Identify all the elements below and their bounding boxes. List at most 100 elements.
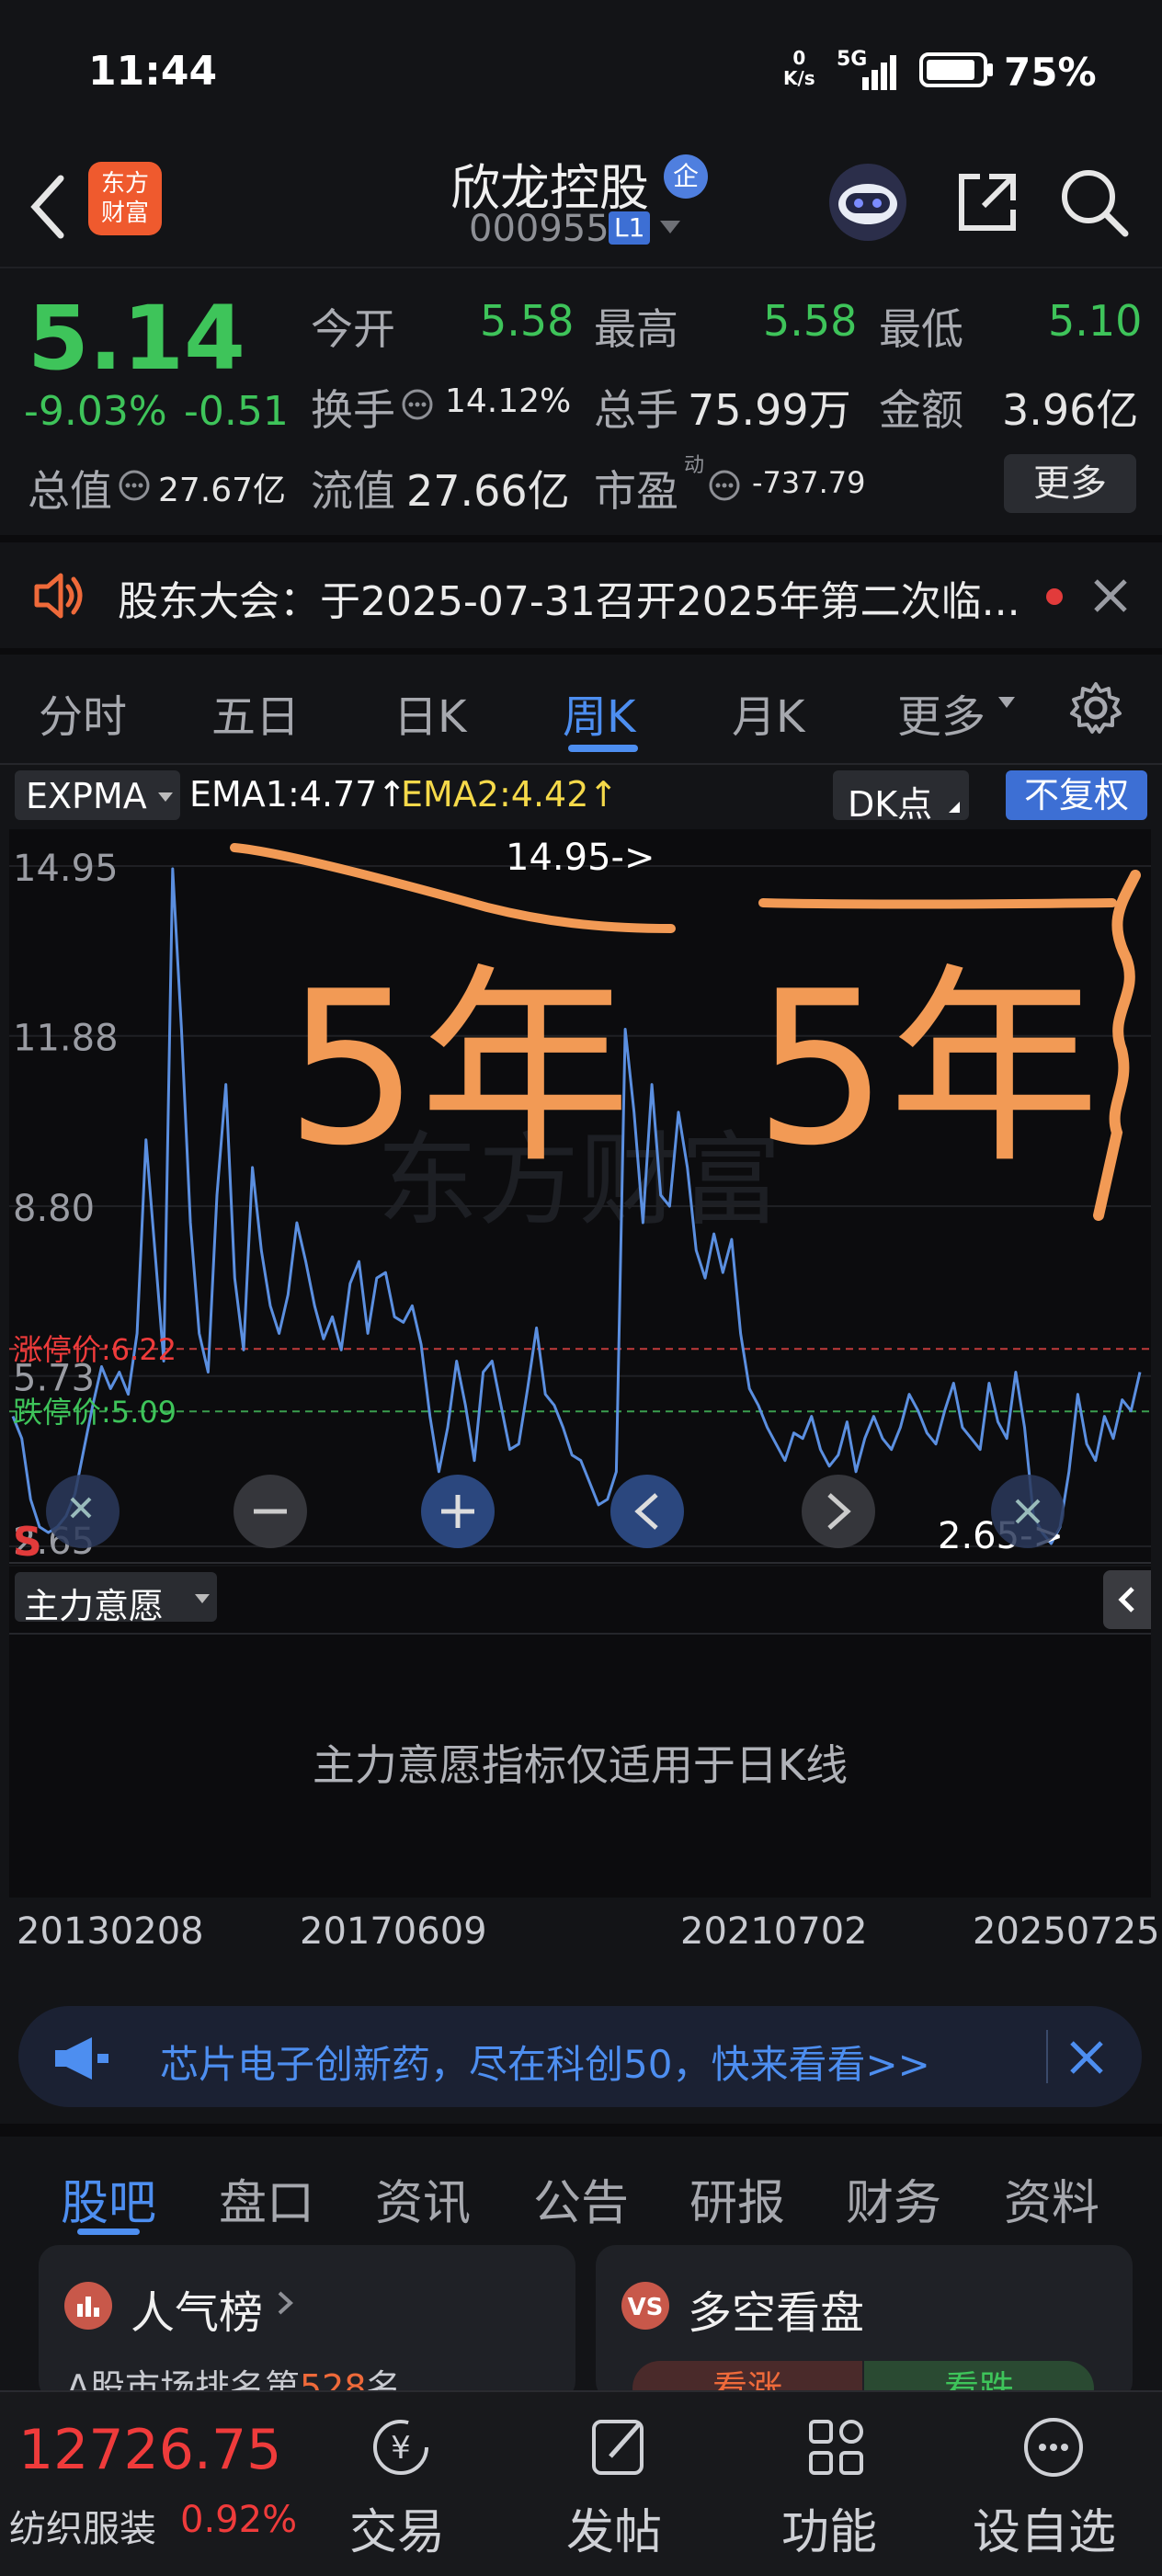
- open-value: 5.58: [480, 296, 575, 346]
- back-icon[interactable]: [20, 165, 75, 248]
- collapse-button[interactable]: [46, 1475, 120, 1548]
- caret-down-icon: [998, 697, 1015, 708]
- close-icon[interactable]: [1066, 2037, 1107, 2078]
- tab-finance[interactable]: 财务: [846, 2164, 941, 2233]
- quote-panel: 5.14 -9.03% -0.51 今开 5.58 最高 5.58 最低 5.1…: [0, 268, 1162, 548]
- vs-icon: VS: [621, 2282, 669, 2330]
- dk-select[interactable]: DK点: [833, 770, 969, 825]
- tab-news[interactable]: 资讯: [375, 2164, 471, 2233]
- tab-pankou[interactable]: 盘口: [219, 2164, 314, 2233]
- more-circle-icon[interactable]: [1017, 2411, 1090, 2484]
- high-value: 5.58: [763, 296, 858, 346]
- robot-assistant-icon[interactable]: [826, 156, 910, 245]
- index-value[interactable]: 12726.75: [18, 2418, 281, 2482]
- stock-header: 东方 财富 欣龙控股 企 000955 L1: [0, 147, 1162, 268]
- scroll-left-button[interactable]: [610, 1475, 684, 1548]
- tab-more[interactable]: 更多: [897, 680, 985, 745]
- current-price: 5.14: [28, 287, 245, 390]
- pe-label: 市盈: [594, 466, 678, 516]
- caret-down-icon: [195, 1594, 210, 1603]
- notice-bar[interactable]: 股东大会：于2025-07-31召开2025年第二次临...: [0, 542, 1162, 661]
- nav-functions[interactable]: 功能: [781, 2493, 877, 2562]
- tab-intraday[interactable]: 分时: [39, 680, 127, 745]
- unread-dot: [1046, 588, 1063, 605]
- tab-profile[interactable]: 资料: [1004, 2164, 1099, 2233]
- pe-value: -737.79: [752, 465, 866, 500]
- zoom-in-button[interactable]: [421, 1475, 495, 1548]
- info-icon[interactable]: [118, 469, 151, 502]
- status-time: 11:44: [88, 48, 218, 95]
- pe-superscript: 动: [684, 454, 705, 477]
- nav-watchlist[interactable]: 设自选: [973, 2493, 1116, 2562]
- tab-research[interactable]: 研报: [689, 2164, 785, 2233]
- nav-trade[interactable]: 交易: [349, 2493, 445, 2562]
- sub-indicator-select[interactable]: 主力意愿: [15, 1572, 217, 1626]
- app-logo[interactable]: 东方 财富: [88, 162, 162, 235]
- net-speed: 0 K/s: [783, 48, 815, 88]
- index-name: 纺织服装: [9, 2508, 156, 2550]
- adjustment-toggle[interactable]: 不复权: [1006, 770, 1147, 820]
- indicator-select-value: EXPMA: [26, 776, 147, 816]
- tab-five-day[interactable]: 五日: [211, 680, 300, 745]
- nav-post[interactable]: 发帖: [566, 2493, 662, 2562]
- zoom-out-button[interactable]: [234, 1475, 307, 1548]
- signal-icon: [862, 55, 896, 90]
- fullscreen-button[interactable]: [991, 1475, 1065, 1548]
- x-tick-label: 20130208: [17, 1910, 204, 1953]
- price-chart-svg[interactable]: 东方财富 14.9511.888.805.732.65 5年 5年 14.95-…: [9, 829, 1151, 1565]
- svg-text:¥: ¥: [391, 2430, 411, 2467]
- feature-cards: 人气榜 A股市场排名第528名 VS 多空看盘 看涨 看跌: [0, 2236, 1162, 2401]
- index-change-percent: 0.92%: [180, 2499, 298, 2541]
- chevron-left-icon: [1118, 1587, 1134, 1613]
- post-icon[interactable]: [583, 2411, 656, 2484]
- chevron-down-icon[interactable]: [658, 219, 682, 237]
- more-button[interactable]: 更多: [1004, 454, 1136, 513]
- tab-daily-k[interactable]: 日K: [393, 680, 466, 745]
- info-icon[interactable]: [401, 388, 434, 421]
- side-panel-toggle[interactable]: [1103, 1570, 1151, 1629]
- net-speed-unit: K/s: [783, 67, 815, 89]
- y-tick-label: 8.80: [13, 1188, 95, 1230]
- functions-icon[interactable]: [800, 2411, 873, 2484]
- chart-period-tabs: 分时 五日 日K 周K 月K 更多: [0, 655, 1162, 765]
- sub-indicator-panel: 主力意愿 主力意愿指标仅适用于日K线: [9, 1567, 1151, 1898]
- limit-up-label: 涨停价:6.22: [13, 1332, 177, 1367]
- popularity-card[interactable]: 人气榜 A股市场排名第528名: [39, 2245, 575, 2401]
- x-tick-label: 20210702: [680, 1910, 868, 1953]
- gear-icon[interactable]: [1066, 678, 1125, 737]
- banner-text: 芯片电子创新药，尽在科创50，快来看看>>: [160, 2042, 930, 2087]
- level-badge[interactable]: L1: [609, 211, 651, 245]
- bull-bear-card[interactable]: VS 多空看盘 看涨 看跌: [596, 2245, 1133, 2401]
- active-tab-indicator: [77, 2228, 140, 2235]
- ema2-value: EMA2:4.42↑: [401, 774, 619, 815]
- battery-level: 75%: [1004, 50, 1097, 95]
- tab-guba[interactable]: 股吧: [61, 2164, 156, 2233]
- tab-monthly-k[interactable]: 月K: [732, 680, 804, 745]
- svg-text:VS: VS: [628, 2294, 664, 2321]
- logo-text-bottom: 财富: [100, 199, 149, 227]
- low-label: 最低: [879, 304, 963, 354]
- notice-text: 股东大会：于2025-07-31召开2025年第二次临...: [118, 578, 1020, 625]
- amount-value: 3.96亿: [1002, 385, 1139, 435]
- divider: [1046, 2030, 1048, 2083]
- annotation-left: 5年: [285, 947, 631, 1192]
- max-price-marker: 14.95->: [506, 837, 655, 879]
- change-amount: -0.51: [184, 388, 289, 435]
- close-icon[interactable]: [1090, 576, 1131, 616]
- scroll-right-button[interactable]: [802, 1475, 875, 1548]
- indicator-select[interactable]: EXPMA: [15, 770, 180, 820]
- search-icon[interactable]: [1057, 165, 1131, 239]
- tab-announcements[interactable]: 公告: [533, 2164, 629, 2233]
- share-icon[interactable]: [952, 167, 1022, 237]
- battery-icon: [919, 52, 993, 87]
- info-icon[interactable]: [708, 469, 741, 502]
- promo-banner[interactable]: 芯片电子创新药，尽在科创50，快来看看>>: [18, 2006, 1142, 2107]
- tab-weekly-k[interactable]: 周K: [563, 680, 635, 745]
- kline-chart[interactable]: 东方财富 14.95 11.88 8.80 5.73 2.65 5年 5年 14.95-…: [9, 829, 1151, 1565]
- card-title: 人气榜: [131, 2287, 264, 2339]
- float-label: 流值: [311, 466, 395, 516]
- net-speed-value: 0: [792, 47, 806, 69]
- trade-icon[interactable]: ¥: [364, 2411, 438, 2484]
- x-axis-dates: 20130208 20170609 20210702 20250725: [0, 1894, 1162, 1977]
- volume-label: 总手: [594, 385, 678, 435]
